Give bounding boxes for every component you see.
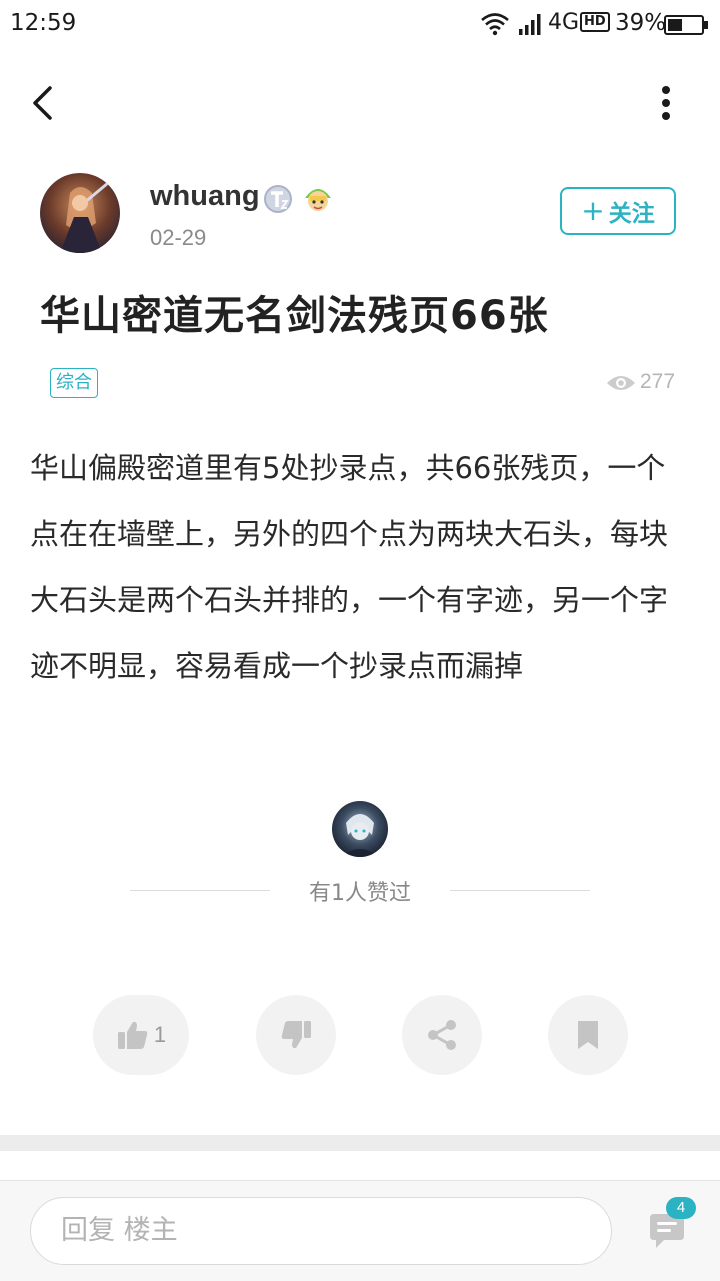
avatar-image (332, 801, 388, 857)
like-count: 1 (153, 1022, 167, 1047)
follow-label: 关注 (608, 201, 655, 227)
category-tag[interactable]: 综合 (50, 368, 98, 398)
reply-input[interactable]: 回复 楼主 (30, 1197, 612, 1265)
battery-percent: 39% (615, 10, 667, 36)
more-vertical-icon (662, 86, 670, 120)
author-name[interactable]: whuang (150, 180, 260, 213)
share-icon (428, 1020, 456, 1050)
bookmark-icon (578, 1021, 598, 1049)
bookmark-button[interactable] (548, 995, 628, 1075)
author-avatar[interactable] (40, 173, 120, 253)
status-time: 12:59 (10, 10, 77, 36)
thumbs-down-icon (281, 1021, 311, 1049)
plus-icon: + (581, 194, 605, 227)
dislike-button[interactable] (256, 995, 336, 1075)
likers-summary[interactable]: 有1人赞过 (270, 875, 450, 907)
back-button[interactable] (20, 80, 66, 126)
network-type: 4G (548, 10, 580, 35)
eye-icon (607, 376, 635, 390)
signal-icon (519, 14, 541, 35)
level-badge-icon (264, 185, 292, 213)
wifi-icon (481, 13, 509, 36)
post-date: 02-29 (150, 225, 207, 250)
post-title: 华山密道无名剑法残页66张 (40, 293, 549, 339)
divider (130, 890, 270, 891)
battery-icon (664, 15, 708, 35)
divider (450, 890, 590, 891)
hd-indicator: HD (580, 12, 610, 32)
liker-avatar[interactable] (332, 801, 388, 857)
character-badge-icon (305, 189, 331, 211)
comment-count-badge: 4 (666, 1197, 696, 1219)
avatar-image (40, 173, 120, 253)
section-separator (0, 1135, 720, 1151)
more-options-button[interactable] (644, 80, 688, 126)
chevron-left-icon (33, 86, 52, 120)
like-button[interactable]: 1 (93, 995, 189, 1075)
status-bar (0, 0, 720, 50)
thumbs-up-icon (117, 1021, 148, 1049)
post-body: 华山偏殿密道里有5处抄录点，共66张残页，一个点在在墙壁上，另外的四个点为两块大… (30, 451, 669, 683)
share-button[interactable] (402, 995, 482, 1075)
view-count: 277 (640, 370, 676, 393)
follow-button[interactable]: + 关注 (560, 187, 676, 235)
